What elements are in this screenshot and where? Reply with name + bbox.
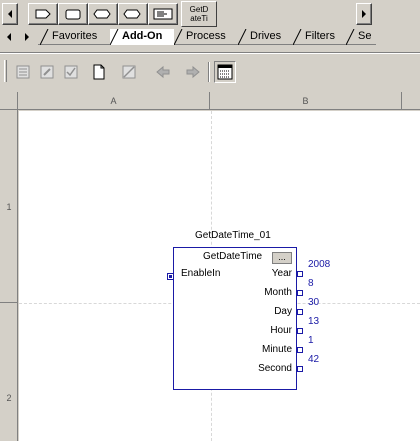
- input-label-enablein: EnableIn: [181, 268, 221, 279]
- arrow-left-icon: [8, 10, 12, 18]
- day-pin[interactable]: [297, 309, 303, 315]
- instruction-text-button[interactable]: [148, 3, 178, 25]
- enablein-pin[interactable]: [167, 273, 174, 280]
- instruction-name: GetDateTime: [203, 251, 263, 262]
- palette-scroll-right-button[interactable]: [356, 3, 372, 25]
- tab-filters[interactable]: Filters: [293, 29, 347, 45]
- arrow-left-icon: [7, 33, 11, 41]
- instruction-tag-name[interactable]: GetDateTime_01: [195, 230, 271, 241]
- output-value-month: 8: [308, 278, 314, 289]
- row-header-bar: 1 2: [0, 110, 18, 441]
- arrow-right-icon: [25, 33, 29, 41]
- tab-process[interactable]: Process: [174, 29, 236, 45]
- instruction-ons-button[interactable]: [88, 3, 118, 25]
- grid-window-icon: [217, 64, 233, 80]
- arrow-right-icon: [362, 10, 366, 18]
- instruction-ote-button[interactable]: [58, 3, 88, 25]
- contact-open-icon: [35, 9, 51, 19]
- rung-list-icon: [16, 65, 30, 79]
- cancel-page-icon: [122, 65, 136, 79]
- tab-add-on[interactable]: Add-On: [110, 29, 174, 45]
- palette-tab-row: Favorites Add-On Process Drives Filters …: [0, 28, 420, 46]
- new-rung-button[interactable]: [88, 61, 110, 83]
- ladder-grid[interactable]: GetDateTime_01 GetDateTime ... EnableIn …: [19, 111, 420, 441]
- tab-se[interactable]: Se: [346, 29, 376, 45]
- output-label-day: Day: [274, 306, 292, 317]
- ladder-editor: A B 1 2 GetDateTime_01 GetDateTime ... E…: [0, 92, 420, 441]
- remove-edits-button[interactable]: [118, 61, 140, 83]
- branch-icon: [123, 9, 141, 19]
- get-datetime-block[interactable]: GetDateTime ... EnableIn Year Month Day …: [173, 247, 297, 390]
- output-value-minute: 1: [308, 335, 314, 346]
- toolbar-separator: [0, 52, 420, 54]
- tab-label: Process: [186, 30, 226, 42]
- column-header-a: A: [18, 92, 210, 110]
- tab-label: Favorites: [52, 30, 98, 42]
- instruction-xic-button[interactable]: [28, 3, 58, 25]
- grid-corner: [0, 92, 18, 110]
- edit-page-icon: [40, 65, 54, 79]
- grid-view-toggle[interactable]: [214, 61, 236, 83]
- tab-drives[interactable]: Drives: [238, 29, 292, 45]
- row-header-2: 2: [6, 393, 12, 403]
- get-datetime-label-line1: GetD: [189, 5, 209, 14]
- row-divider: [0, 302, 18, 303]
- pin-dot: [169, 275, 172, 278]
- verify-rung-button[interactable]: [60, 61, 82, 83]
- output-label-hour: Hour: [270, 325, 292, 336]
- column-header-bar: A B: [18, 92, 420, 110]
- output-value-hour: 13: [308, 316, 320, 327]
- month-pin[interactable]: [297, 290, 303, 296]
- output-label-second: Second: [258, 363, 292, 374]
- instruction-rung-button[interactable]: [118, 3, 148, 25]
- instruction-palette: GetD ateTi: [0, 0, 420, 28]
- output-value-day: 30: [308, 297, 320, 308]
- output-label-minute: Minute: [261, 344, 292, 355]
- toolbar-divider: [208, 62, 210, 82]
- arrow-back-icon: [156, 65, 170, 79]
- row-header-1: 1: [6, 202, 12, 212]
- tab-favorites[interactable]: Favorites: [40, 29, 112, 45]
- tab-scroll-right-button[interactable]: [20, 29, 34, 45]
- toolbar-grip: [4, 60, 7, 82]
- rung-properties-button[interactable]: [12, 61, 34, 83]
- year-pin[interactable]: [297, 271, 303, 277]
- ellipsis-button[interactable]: ...: [272, 252, 292, 264]
- arrow-forward-icon: [186, 65, 200, 79]
- tab-scroll-left-button[interactable]: [2, 29, 16, 45]
- second-pin[interactable]: [297, 366, 303, 372]
- new-page-icon: [93, 64, 105, 80]
- palette-scroll-left-button[interactable]: [2, 3, 18, 25]
- column-header-b: B: [210, 92, 402, 110]
- get-datetime-instruction-button[interactable]: GetD ateTi: [181, 1, 217, 27]
- output-label-month: Month: [264, 287, 292, 298]
- get-datetime-label-line2: ateTi: [190, 14, 208, 23]
- edit-rung-button[interactable]: [36, 61, 58, 83]
- output-label-year: Year: [271, 268, 292, 279]
- editing-toolbar: [0, 58, 420, 86]
- text-box-icon: [153, 8, 173, 20]
- tab-label: Drives: [250, 30, 282, 42]
- tab-label: Filters: [305, 30, 335, 42]
- tab-label: Add-On: [122, 30, 163, 42]
- previous-button[interactable]: [152, 61, 174, 83]
- tab-row-filler: [376, 28, 420, 46]
- check-page-icon: [64, 65, 78, 79]
- output-value-second: 42: [308, 354, 320, 365]
- output-value-year: 2008: [308, 259, 331, 270]
- next-button[interactable]: [182, 61, 204, 83]
- hour-pin[interactable]: [297, 328, 303, 334]
- tab-label: Se: [358, 30, 372, 42]
- coil-icon: [65, 9, 81, 20]
- minute-pin[interactable]: [297, 347, 303, 353]
- oneshot-icon: [93, 9, 111, 19]
